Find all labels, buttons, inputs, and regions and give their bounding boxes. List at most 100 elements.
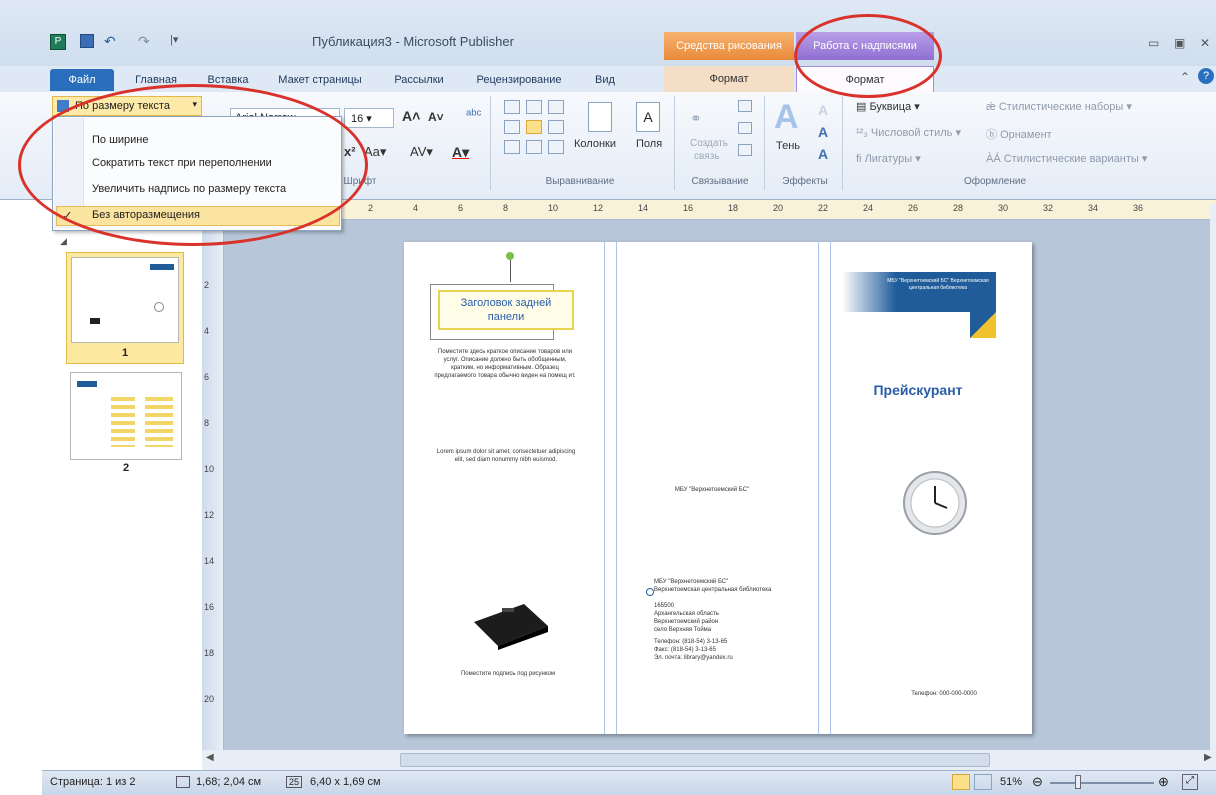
rotate-handle-icon[interactable] — [506, 252, 514, 260]
save-icon[interactable] — [80, 34, 94, 48]
single-page-view-icon[interactable] — [952, 774, 970, 790]
ruler-tick-label: 30 — [998, 203, 1009, 213]
tab-file[interactable]: Файл — [50, 69, 114, 91]
phone-right[interactable]: Телефон: 000-000-0000 — [904, 690, 984, 698]
page-thumbnail-1[interactable]: 1 — [66, 252, 184, 364]
drop-cap-label: Буквица — [869, 101, 912, 113]
emboss-a-icon[interactable]: A — [818, 124, 828, 140]
shadow-label[interactable]: Тень — [776, 140, 800, 152]
tab-format-drawing[interactable]: Формат — [664, 66, 794, 92]
group-alignment-label: Выравнивание — [545, 176, 615, 187]
shrink-font-icon[interactable]: A˅ — [428, 110, 444, 124]
align-top-right-icon[interactable] — [548, 100, 564, 114]
clock-image[interactable] — [902, 470, 968, 536]
next-link-icon[interactable] — [738, 100, 752, 112]
publisher-logo-icon[interactable]: P — [50, 34, 66, 50]
text-effects-icon[interactable]: A — [774, 98, 799, 137]
ruler-tick-label: 16 — [683, 203, 694, 213]
columns-icon[interactable] — [588, 102, 612, 132]
page-indicator[interactable]: Страница: 1 из 2 — [50, 776, 136, 788]
rotate-handle-line — [510, 260, 511, 282]
font-size-box[interactable]: 16 ▾ — [344, 108, 394, 128]
align-top-left-icon[interactable] — [504, 100, 520, 114]
number-style-button[interactable]: ¹²₃ Числовой стиль ▾ — [856, 126, 961, 139]
spelling-icon[interactable]: ᵃᵇᶜ — [466, 106, 481, 122]
drop-cap-button[interactable]: ▤ Буквица ▾ — [856, 100, 920, 113]
center-org-line[interactable]: МБУ "Верхнетоемский БС" — [650, 486, 774, 494]
break-link-icon[interactable] — [738, 144, 752, 156]
char-spacing-icon[interactable]: AV▾ — [410, 144, 433, 160]
zoom-level[interactable]: 51% — [1000, 776, 1022, 788]
undo-icon[interactable]: ↶ — [104, 33, 116, 50]
drop-cap-icon: ▤ — [856, 101, 870, 113]
stylistic-sets-button[interactable]: ǽ Стилистические наборы ▾ — [986, 100, 1132, 113]
ruler-tick-label: 20 — [773, 203, 784, 213]
ruler-tick-label: 6 — [204, 372, 210, 382]
address-block[interactable]: МБУ "Верхнетоемский БС" Верхнетоемская ц… — [654, 578, 804, 662]
customize-qat-icon[interactable]: |▾ — [170, 33, 178, 46]
align-bottom-center-icon[interactable] — [526, 140, 542, 154]
position-icon — [176, 776, 190, 788]
collapse-pane-icon[interactable]: ◢ — [60, 236, 67, 247]
body-text-2[interactable]: Lorem ipsum dolor sit amet, consectetuer… — [436, 448, 576, 464]
scroll-right-icon[interactable]: ▶ — [1204, 752, 1212, 763]
tab-page-layout[interactable]: Макет страницы — [268, 69, 372, 91]
close-icon[interactable]: ✕ — [1200, 36, 1210, 50]
grow-font-icon[interactable]: A˄ — [402, 108, 420, 124]
thumb-clock — [154, 302, 164, 312]
align-middle-center-icon[interactable] — [526, 120, 542, 134]
align-bottom-left-icon[interactable] — [504, 140, 520, 154]
font-color-icon[interactable]: A▾ — [452, 144, 469, 161]
prev-link-icon[interactable] — [738, 122, 752, 134]
link-icon[interactable]: ⚭ — [690, 110, 702, 127]
page-thumbnail-2[interactable] — [70, 372, 182, 460]
size-icon: 25 — [286, 776, 303, 788]
body-text-1[interactable]: Поместите здесь краткое описание товаров… — [432, 348, 578, 380]
column-guide — [818, 242, 819, 734]
zoom-slider-thumb[interactable] — [1074, 775, 1081, 789]
column-guide — [830, 242, 831, 734]
engrave-a-icon[interactable]: A — [818, 146, 828, 162]
zoom-out-icon[interactable]: ⊖ — [1032, 774, 1043, 790]
caption-left[interactable]: Поместите подпись под рисунком — [448, 670, 568, 678]
zoom-slider[interactable] — [1050, 782, 1154, 784]
columns-label[interactable]: Колонки — [574, 138, 616, 150]
ribbon-collapse-icon[interactable]: ⌃ — [1180, 70, 1190, 84]
margins-icon[interactable]: A — [636, 102, 660, 132]
scroll-left-icon[interactable]: ◀ — [206, 752, 214, 763]
stylistic-alternates-button[interactable]: ÀÁ Стилистические варианты ▾ — [986, 152, 1147, 165]
tab-mailings[interactable]: Рассылки — [382, 69, 456, 91]
ruler-tick-label: 12 — [204, 510, 215, 520]
create-link-label[interactable]: Создать — [690, 138, 728, 149]
font-size-value: 16 — [351, 113, 364, 125]
align-top-center-icon[interactable] — [526, 100, 542, 114]
thumb-banner — [150, 264, 174, 270]
tab-view[interactable]: Вид — [580, 69, 630, 91]
redo-icon[interactable]: ↷ — [138, 33, 150, 50]
ruler-tick-label: 32 — [1043, 203, 1054, 213]
align-middle-right-icon[interactable] — [548, 120, 564, 134]
tab-review[interactable]: Рецензирование — [464, 69, 574, 91]
outline-a-icon[interactable]: A — [818, 102, 828, 118]
minimize-icon[interactable]: ▭ — [1148, 36, 1159, 50]
ornament-button[interactable]: ⓑ Орнамент — [986, 126, 1052, 142]
separator — [764, 96, 765, 190]
vertical-scrollbar[interactable] — [1210, 204, 1216, 750]
briefcase-image[interactable] — [468, 600, 552, 650]
link-label[interactable]: связь — [694, 151, 719, 162]
align-middle-left-icon[interactable] — [504, 120, 520, 134]
ruler-tick-label: 22 — [818, 203, 829, 213]
align-bottom-right-icon[interactable] — [548, 140, 564, 154]
back-panel-heading[interactable]: Заголовок задней панели — [448, 296, 564, 324]
scroll-thumb[interactable] — [400, 753, 990, 767]
two-page-view-icon[interactable] — [974, 774, 992, 790]
banner-block[interactable]: МБУ "Верхнетоемский БС" Верхнетоемская ц… — [842, 272, 996, 312]
fit-page-icon[interactable]: ⤢ — [1182, 774, 1198, 790]
zoom-in-icon[interactable]: ⊕ — [1158, 774, 1169, 790]
restore-icon[interactable]: ▣ — [1174, 36, 1185, 50]
margins-label[interactable]: Поля — [636, 138, 662, 150]
ruler-tick-label: 20 — [204, 694, 215, 704]
help-icon[interactable]: ? — [1198, 68, 1214, 84]
price-list-title[interactable]: Прейскурант — [846, 382, 990, 398]
ligatures-button[interactable]: ﬁ Лигатуры ▾ — [856, 152, 921, 165]
